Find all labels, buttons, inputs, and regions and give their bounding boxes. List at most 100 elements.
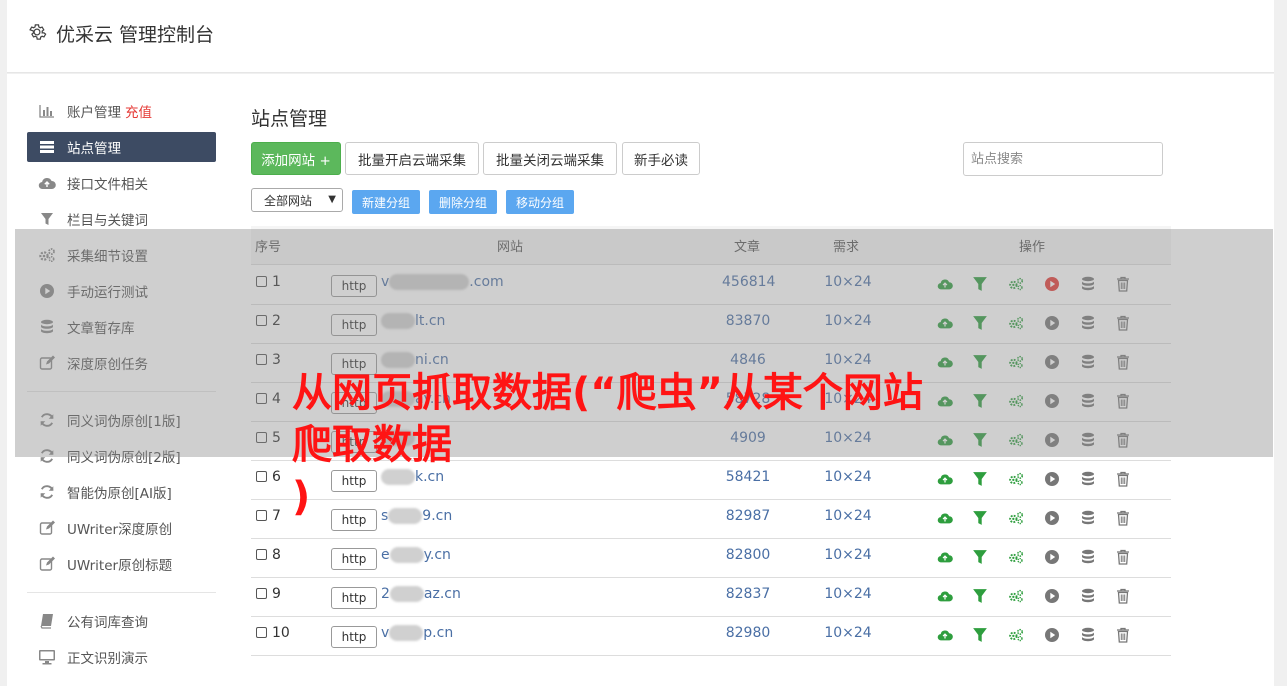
play-circle-icon[interactable]	[1044, 627, 1060, 643]
article-count[interactable]: 82837	[722, 586, 774, 602]
filter-icon[interactable]	[972, 627, 988, 643]
cloud-upload-icon[interactable]	[937, 549, 953, 565]
gears-icon[interactable]	[1008, 627, 1024, 643]
row-checkbox[interactable]	[256, 588, 267, 599]
filter-icon[interactable]	[972, 549, 988, 565]
row-checkbox[interactable]	[256, 549, 267, 560]
site-prefix: e	[381, 547, 390, 563]
scheme-badge: http	[331, 548, 377, 570]
overlay-caption: 从网页抓取数据(“爬虫”从某个网站 爬取数据 )	[292, 367, 1012, 523]
table-row: 9 http 2 az.cn 82837 10×24	[251, 577, 1171, 617]
row-index: 9	[272, 586, 281, 602]
overlay-caption-line: )	[292, 474, 311, 520]
database-icon[interactable]	[1080, 627, 1096, 643]
trash-icon[interactable]	[1115, 549, 1131, 565]
overlay-caption-line: 爬取数据	[292, 422, 452, 468]
sidebar-item-label: 智能伪原创[AI版]	[67, 486, 172, 502]
gears-icon[interactable]	[1008, 549, 1024, 565]
sidebar-item-label: 站点管理	[67, 141, 121, 157]
cloud-upload-icon[interactable]	[937, 588, 953, 604]
table-row: 8 http e y.cn 82800 10×24	[251, 538, 1171, 578]
group-select[interactable]: 全部网站 ▼	[251, 188, 343, 212]
monitor-icon	[38, 649, 56, 665]
trash-icon[interactable]	[1115, 627, 1131, 643]
play-circle-icon[interactable]	[1044, 510, 1060, 526]
redacted-blur	[389, 547, 424, 563]
filter-icon[interactable]	[972, 588, 988, 604]
newbie-guide-button[interactable]: 新手必读	[622, 142, 700, 175]
filter-icon	[38, 211, 56, 227]
database-icon[interactable]	[1080, 510, 1096, 526]
gear-icon	[29, 24, 47, 40]
trash-icon[interactable]	[1115, 510, 1131, 526]
site-prefix: 2	[381, 586, 390, 602]
sidebar-divider	[27, 592, 216, 593]
delete-group-button[interactable]: 删除分组	[429, 190, 497, 214]
play-circle-icon[interactable]	[1044, 471, 1060, 487]
sidebar-item-label: 公有词库查询	[67, 615, 148, 631]
sidebar-item[interactable]: 账户管理 充值	[27, 96, 216, 126]
sidebar-item-label: UWriter原创标题	[67, 558, 173, 574]
row-index: 10	[272, 625, 290, 641]
site-link[interactable]: 2 az.cn	[381, 586, 461, 602]
demand-value[interactable]: 10×24	[821, 625, 875, 641]
recharge-link[interactable]: 充值	[125, 101, 152, 121]
article-count[interactable]: 82980	[722, 625, 774, 641]
add-site-button[interactable]: 添加网站 +	[251, 142, 341, 175]
sidebar-item[interactable]: 正文识别演示	[27, 642, 216, 672]
scheme-badge: http	[331, 587, 377, 609]
sidebar-item[interactable]: 智能伪原创[AI版]	[27, 477, 216, 507]
chevron-down-icon: ▼	[328, 194, 336, 205]
row-index: 6	[272, 469, 281, 485]
sidebar-item[interactable]: 站点管理	[27, 132, 216, 162]
sidebar-item-label: 正文识别演示	[67, 651, 148, 667]
bar-chart-icon	[38, 103, 56, 119]
sidebar-item-label: UWriter深度原创	[67, 522, 173, 538]
refresh-icon	[38, 484, 56, 500]
top-header: 优采云 管理控制台	[7, 0, 1274, 73]
sidebar-item-label: 接口文件相关	[67, 177, 148, 193]
overlay-caption-line: 从网页抓取数据(“爬虫”从某个网站	[292, 370, 923, 416]
sidebar-item[interactable]: 公有词库查询	[27, 606, 216, 636]
scheme-badge: http	[331, 626, 377, 648]
batch-close-cloud-button[interactable]: 批量关闭云端采集	[483, 142, 617, 175]
edit-icon	[38, 556, 56, 572]
book-icon	[38, 613, 56, 629]
redacted-blur	[389, 625, 424, 641]
sidebar-item-label: 账户管理	[67, 105, 121, 121]
database-icon[interactable]	[1080, 471, 1096, 487]
group-select-value: 全部网站	[264, 193, 313, 208]
move-group-button[interactable]: 移动分组	[506, 190, 574, 214]
batch-open-cloud-button[interactable]: 批量开启云端采集	[345, 142, 479, 175]
row-checkbox[interactable]	[256, 627, 267, 638]
server-list-icon	[38, 139, 56, 155]
row-checkbox[interactable]	[256, 510, 267, 521]
play-circle-icon[interactable]	[1044, 588, 1060, 604]
row-index: 7	[272, 508, 281, 524]
table-row: 10 http v p.cn 82980 10×24	[251, 616, 1171, 656]
row-index: 8	[272, 547, 281, 563]
trash-icon[interactable]	[1115, 588, 1131, 604]
database-icon[interactable]	[1080, 588, 1096, 604]
play-circle-icon[interactable]	[1044, 549, 1060, 565]
trash-icon[interactable]	[1115, 471, 1131, 487]
app-title: 优采云 管理控制台	[56, 24, 215, 46]
new-group-button[interactable]: 新建分组	[352, 190, 420, 214]
site-search-input[interactable]	[963, 142, 1163, 176]
site-suffix: p.cn	[423, 625, 454, 641]
row-checkbox[interactable]	[256, 471, 267, 482]
sidebar-item[interactable]: 接口文件相关	[27, 168, 216, 198]
demand-value[interactable]: 10×24	[821, 547, 875, 563]
demand-value[interactable]: 10×24	[821, 586, 875, 602]
site-suffix: y.cn	[423, 547, 451, 563]
site-link[interactable]: e y.cn	[381, 547, 451, 563]
cloud-upload-icon[interactable]	[937, 627, 953, 643]
database-icon[interactable]	[1080, 549, 1096, 565]
gears-icon[interactable]	[1008, 588, 1024, 604]
sidebar-item[interactable]: UWriter深度原创	[27, 513, 216, 543]
article-count[interactable]: 82800	[722, 547, 774, 563]
page-title: 站点管理	[251, 108, 328, 130]
site-suffix: az.cn	[423, 586, 461, 602]
site-link[interactable]: v p.cn	[381, 625, 453, 641]
sidebar-item[interactable]: UWriter原创标题	[27, 549, 216, 579]
